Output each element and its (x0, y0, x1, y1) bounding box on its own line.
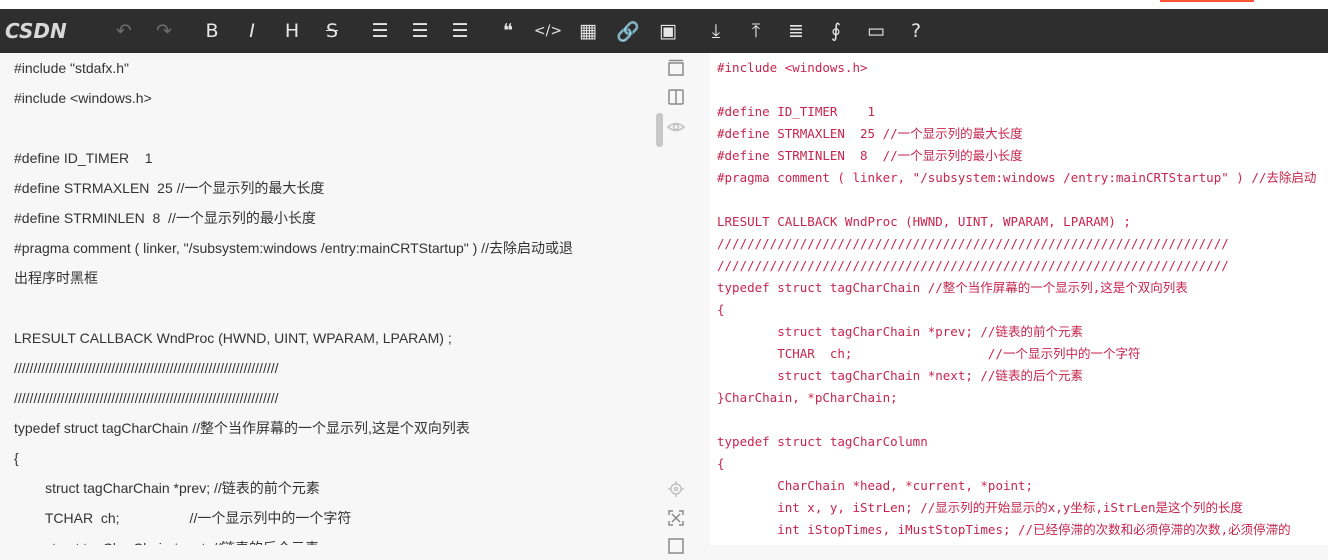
editor-line[interactable]: #include "stdafx.h" (14, 53, 129, 83)
preview-line: CharChain *head, *current, *point; (717, 478, 1034, 493)
split-view-icon[interactable] (667, 88, 687, 108)
preview-line: typedef struct tagCharColumn (717, 434, 928, 449)
editor-line[interactable]: struct tagCharChain *next; //链表的后个元素 (14, 533, 319, 545)
preview-line: struct tagCharChain *prev; //链表的前个元素 (717, 324, 1083, 339)
preview-line: #define STRMINLEN 8 //一个显示列的最小长度 (717, 148, 1023, 163)
code-icon[interactable]: </> (534, 18, 562, 44)
preview-line: int x, y, iStrLen; //显示列的开始显示的x,y坐标,iStr… (717, 500, 1244, 515)
preview-line: ////////////////////////////////////////… (717, 236, 1229, 251)
editor-line[interactable]: LRESULT CALLBACK WndProc (HWND, UINT, WP… (14, 323, 452, 353)
formula-icon[interactable]: ∮ (823, 18, 849, 44)
side-toolbar (664, 53, 710, 554)
editor-line[interactable]: #pragma comment ( linker, "/subsystem:wi… (14, 233, 573, 263)
preview-line: LRESULT CALLBACK WndProc (HWND, UINT, WP… (717, 214, 1131, 229)
publish-button-edge[interactable] (1160, 0, 1254, 2)
editor-line[interactable]: ////////////////////////////////////////… (14, 353, 279, 383)
preview-line: #include <windows.h> (717, 60, 868, 75)
link-icon[interactable]: 🔗 (615, 18, 641, 44)
preview-line: #pragma comment ( linker, "/subsystem:wi… (717, 170, 1317, 185)
editor-line[interactable]: #define ID_TIMER 1 (14, 143, 153, 173)
task-list-icon[interactable]: ☰ (447, 18, 473, 44)
strikethrough-icon[interactable]: S (319, 18, 345, 44)
editor-line[interactable]: struct tagCharChain *prev; //链表的前个元素 (14, 473, 320, 503)
redo-icon[interactable]: ↷ (151, 18, 177, 44)
preview-line: int iStopTimes, iMustStopTimes; //已经停滞的次… (717, 522, 1291, 537)
markdown-editor[interactable]: #include "stdafx.h" #include <windows.h> #… (0, 53, 664, 545)
bold-icon[interactable]: B (199, 18, 225, 44)
unordered-list-icon[interactable]: ☰ (367, 18, 393, 44)
locate-icon[interactable] (667, 480, 687, 500)
preview-line: #define STRMAXLEN 25 //一个显示列的最大长度 (717, 126, 1023, 141)
preview-line: typedef struct tagCharChain //整个当作屏幕的一个显… (717, 280, 1188, 295)
editor-line[interactable]: typedef struct tagCharChain //整个当作屏幕的一个显… (14, 413, 470, 443)
editor-scrollbar[interactable] (656, 113, 663, 147)
preview-line: { (717, 302, 725, 317)
editor-line[interactable]: ////////////////////////////////////////… (14, 383, 279, 413)
csdn-logo: CSDN (5, 19, 67, 43)
editor-line[interactable]: #define STRMINLEN 8 //一个显示列的最小长度 (14, 203, 316, 233)
editor-line[interactable]: 出程序时黑框 (14, 263, 98, 293)
preview-line: TCHAR ch; //一个显示列中的一个字符 (717, 346, 1141, 361)
top-strip (0, 0, 1328, 9)
editor-line[interactable]: TCHAR ch; //一个显示列中的一个字符 (14, 503, 351, 533)
import-icon[interactable]: ⤓ (703, 18, 729, 44)
heading-icon[interactable]: H (279, 18, 305, 44)
preview-line: ////////////////////////////////////////… (717, 258, 1229, 273)
image-icon[interactable]: ▣ (655, 18, 681, 44)
markdown-preview: #include "stdafx.h"#include <windows.h>#… (710, 53, 1328, 545)
preview-line: #define ID_TIMER 1 (717, 104, 876, 119)
sync-scroll-icon[interactable] (667, 59, 687, 79)
editor-toolbar: CSDN ↶ ↷ B I H S ☰ ☰ ☰ ❝ </> ▦ 🔗 ▣ ⤓ ⤒ ≣ ∮ ▭? (0, 9, 1328, 53)
preview-line: }CharChain, *pCharChain; (717, 390, 898, 405)
panel-icon[interactable] (667, 537, 687, 557)
editor-line[interactable]: { (14, 443, 19, 473)
save-icon[interactable]: ▭ (863, 18, 889, 44)
ordered-list-icon[interactable]: ☰ (407, 18, 433, 44)
eye-icon[interactable] (666, 118, 687, 138)
preview-line: { (717, 456, 725, 471)
editor-line[interactable]: #define STRMAXLEN 25 //一个显示列的最大长度 (14, 173, 324, 203)
quote-icon[interactable]: ❝ (495, 18, 521, 44)
export-icon[interactable]: ⤒ (743, 18, 769, 44)
table-icon[interactable]: ▦ (575, 18, 601, 44)
preview-line: struct tagCharChain *next; //链表的后个元素 (717, 368, 1083, 383)
fullscreen-icon[interactable] (667, 509, 687, 529)
help-icon[interactable]: ? (903, 18, 929, 44)
undo-icon[interactable]: ↶ (111, 18, 137, 44)
italic-icon[interactable]: I (239, 18, 265, 44)
editor-line[interactable]: #include <windows.h> (14, 83, 152, 113)
toc-icon[interactable]: ≣ (783, 18, 809, 44)
